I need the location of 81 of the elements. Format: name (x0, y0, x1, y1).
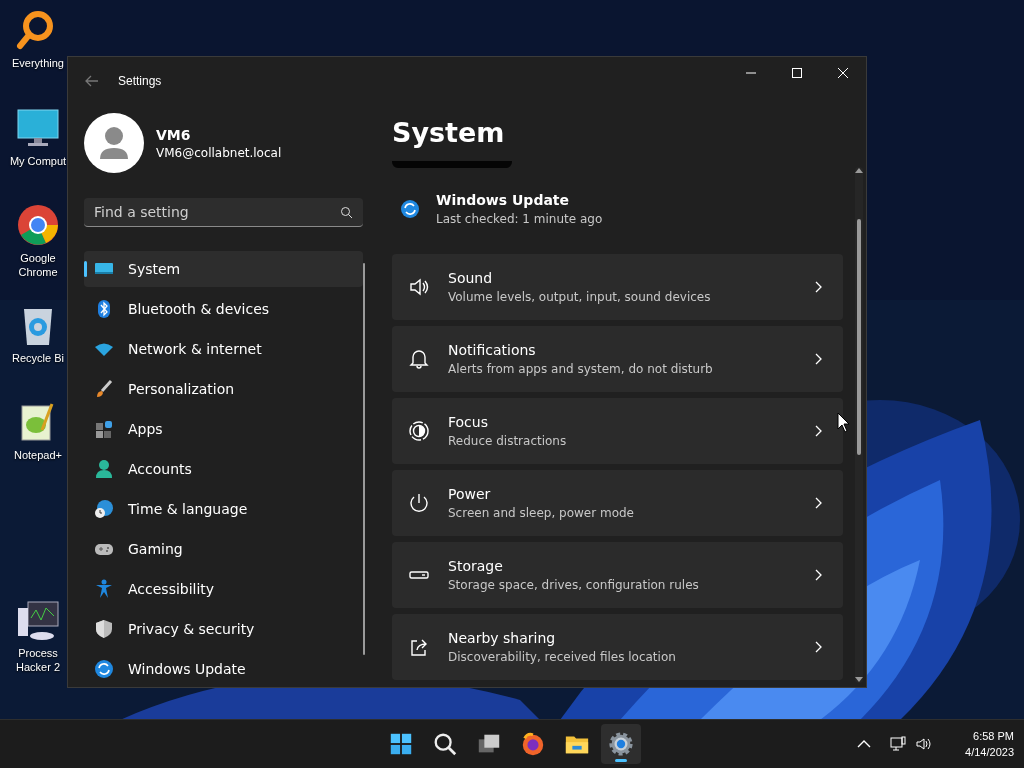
start-icon (388, 731, 414, 757)
maximize-icon (791, 67, 803, 79)
profile-name: VM6 (156, 126, 192, 143)
chevron-icon (813, 353, 823, 365)
sidebar-item[interactable]: Gaming (84, 531, 363, 567)
sidebar-item[interactable]: Apps (84, 411, 363, 447)
cursor-icon (837, 412, 851, 434)
speaker-icon (408, 276, 430, 298)
sidebar-item[interactable]: Time & language (84, 491, 363, 527)
card-title: Power (448, 486, 492, 502)
sidebar-item[interactable]: System (84, 251, 363, 287)
search-icon (432, 731, 458, 757)
scroll-up-icon[interactable] (855, 167, 863, 175)
card-subtitle: Alerts from apps and system, do not disturb (448, 362, 714, 376)
settings-card[interactable]: Nearby sharing Discoverability, received files location (392, 614, 843, 680)
browser-icon (520, 731, 546, 757)
card-subtitle: Discoverability, received files location (448, 650, 677, 664)
card-title: Storage (448, 558, 504, 574)
card-title: Focus (448, 414, 489, 430)
sidebar-item[interactable]: Privacy & security (84, 611, 363, 647)
card-subtitle: Screen and sleep, power mode (448, 506, 635, 520)
card-title: Nearby sharing (448, 630, 557, 646)
gear-icon (608, 731, 634, 757)
person-icon (94, 459, 114, 479)
desktop-icon-label: Process Hacker 2 (15, 646, 61, 674)
shield-icon (94, 619, 114, 639)
sync-icon (94, 659, 114, 679)
desktop-icon-label: Notepad+ (13, 448, 63, 462)
window-title: Settings (118, 74, 162, 88)
card-subtitle: Reduce distractions (448, 434, 568, 448)
settings-card[interactable]: Storage Storage space, drives, configuration rules (392, 542, 843, 608)
scrollbar[interactable] (363, 263, 365, 655)
sidebar-item[interactable]: Personalization (84, 371, 363, 407)
process-monitor-icon[interactable] (16, 598, 60, 642)
paintbrush-icon (94, 379, 114, 399)
page-title: System (392, 116, 506, 150)
chevron-icon (813, 497, 823, 509)
power-icon (408, 492, 430, 514)
desktop-icon-label: Google Chrome (17, 251, 59, 279)
clock[interactable]: 6:58 PM 4/14/2023 (965, 728, 1014, 760)
scrollbar[interactable] (855, 167, 863, 683)
taskbar-button[interactable] (601, 724, 641, 764)
bell-icon (408, 348, 430, 370)
desktop-icon-label: Everything (11, 56, 65, 70)
close-icon (837, 67, 849, 79)
apps-icon (94, 419, 114, 439)
sidebar-item[interactable]: Accessibility (84, 571, 363, 607)
clock-date: 4/14/2023 (965, 745, 1014, 760)
sidebar-item[interactable]: Bluetooth & devices (84, 291, 363, 327)
clock-time: 6:58 PM (973, 729, 1014, 744)
chevron-icon (813, 569, 823, 581)
search-icon (340, 205, 353, 219)
update-status: Last checked: 1 minute ago (436, 212, 603, 226)
settings-card[interactable]: Focus Reduce distractions (392, 398, 843, 464)
avatar-icon[interactable] (84, 113, 144, 173)
card-subtitle: Storage space, drives, configuration rules (448, 578, 700, 592)
sidebar-item[interactable]: Accounts (84, 451, 363, 487)
sidebar-item[interactable]: Windows Update (84, 651, 363, 687)
speaker-icon[interactable] (915, 735, 934, 753)
scroll-down-icon[interactable] (855, 675, 863, 683)
settings-card[interactable]: Power Screen and sleep, power mode (392, 470, 843, 536)
search-field[interactable]: Find a setting (84, 198, 363, 227)
browser-icon[interactable] (16, 203, 60, 247)
chevron-icon (813, 641, 823, 653)
profile-email: VM6@collabnet.local (156, 145, 282, 160)
sync-icon (400, 199, 420, 219)
chevron-icon (813, 425, 823, 437)
card-title: Sound (448, 270, 494, 286)
globe-clock-icon (94, 499, 114, 519)
settings-card[interactable]: Sound Volume levels, output, input, sound devices (392, 254, 843, 320)
focus-icon (408, 420, 430, 442)
card-title: Notifications (448, 342, 537, 358)
chevron-icon (813, 281, 823, 293)
settings-card[interactable]: Notifications Alerts from apps and system, do not disturb (392, 326, 843, 392)
card-subtitle: Volume levels, output, input, sound devices (448, 290, 712, 304)
network-icon[interactable] (889, 735, 908, 753)
sidebar-item[interactable]: Network & internet (84, 331, 363, 367)
desktop-icon-label: My Comput (8, 154, 68, 168)
desktop-icon-label: Recycle Bi (11, 351, 65, 365)
accessibility-icon (94, 579, 114, 599)
update-title[interactable]: Windows Update (436, 192, 603, 208)
